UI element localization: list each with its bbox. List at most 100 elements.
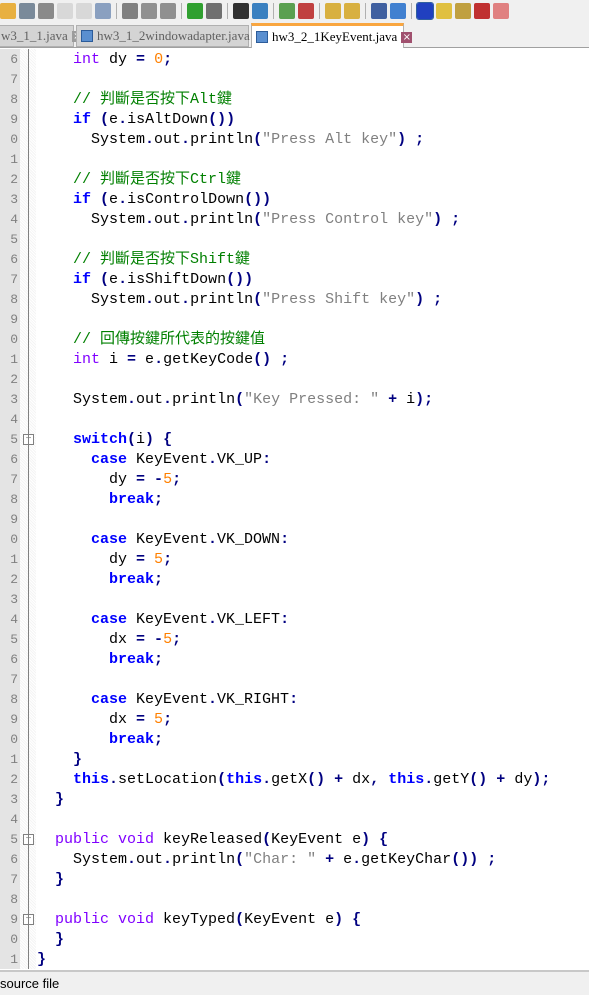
code-line: public void keyTyped(KeyEvent e) {	[55, 910, 361, 930]
line-number: 8	[10, 892, 18, 907]
code-line: dx = 5;	[109, 710, 172, 730]
save-icon[interactable]	[19, 3, 35, 19]
line-number: 1	[10, 752, 18, 767]
code-token-id: getY	[433, 771, 470, 788]
code-token-id: out	[136, 391, 164, 408]
code-editor[interactable]: int dy = 0;// 判斷是否按下Alt鍵 if (e.isAltDown(…	[36, 49, 589, 969]
copy-icon[interactable]	[141, 3, 157, 19]
line-number: 9	[10, 112, 18, 127]
code-token-num: 5	[154, 551, 164, 568]
line-number: 4	[10, 812, 18, 827]
code-line: dx = -5;	[109, 630, 181, 650]
close-tab-icon[interactable]: ×	[401, 31, 413, 43]
code-line: System.out.println("Char: " + e.getKeyCh…	[73, 850, 496, 870]
line-number: 2	[10, 572, 18, 587]
sync-horizontal-icon[interactable]	[344, 3, 360, 19]
function-list-icon[interactable]	[474, 3, 490, 19]
tab-hw3-2-1keyevent[interactable]: hw3_2_1KeyEvent.java ×	[251, 23, 413, 48]
line-number: 9	[10, 312, 18, 327]
sync-vertical-icon[interactable]	[325, 3, 341, 19]
find-icon[interactable]	[233, 3, 249, 19]
code-token-op: (	[235, 851, 245, 868]
paste-icon[interactable]	[160, 3, 176, 19]
undo-icon[interactable]	[187, 3, 203, 19]
toolbar-separator	[116, 3, 117, 19]
code-token-op: .	[163, 851, 173, 868]
code-token-kw: void	[118, 831, 155, 848]
zoom-out-icon[interactable]	[298, 3, 314, 19]
fold-margin[interactable]: −−−	[20, 49, 36, 969]
replace-icon[interactable]	[252, 3, 268, 19]
line-number: 5	[10, 432, 18, 447]
highlight-icon[interactable]	[436, 3, 452, 19]
code-token-op: (	[253, 211, 263, 228]
code-token-op: ()	[469, 771, 488, 788]
code-token-id	[145, 631, 154, 648]
code-token-id: System	[91, 211, 146, 228]
code-token-op: =	[136, 51, 146, 68]
code-token-op: )	[397, 131, 407, 148]
status-bar: source file	[0, 970, 589, 995]
zoom-in-icon[interactable]	[279, 3, 295, 19]
code-token-id	[316, 851, 325, 868]
code-line: break;	[109, 730, 163, 750]
code-token-op: .	[145, 131, 155, 148]
code-token-op: +	[334, 771, 344, 788]
code-line: // 判斷是否按下Ctrl鍵	[73, 170, 241, 190]
close-icon[interactable]	[57, 3, 73, 19]
cut-icon[interactable]	[122, 3, 138, 19]
code-token-op: .	[145, 211, 155, 228]
open-icon[interactable]	[0, 3, 16, 19]
save-all-icon[interactable]	[38, 3, 54, 19]
code-token-op: )	[334, 911, 344, 928]
folder-icon[interactable]	[493, 3, 509, 19]
code-token-op: .	[208, 451, 218, 468]
code-token-op: )	[145, 431, 155, 448]
code-line: int i = e.getKeyCode() ;	[73, 350, 289, 370]
code-token-op: )	[415, 291, 425, 308]
code-line: }	[55, 930, 64, 950]
code-token-id: e	[109, 111, 119, 128]
code-token-id	[145, 551, 154, 568]
code-line: System.out.println("Key Pressed: " + i);	[73, 390, 433, 410]
code-token-id	[406, 131, 415, 148]
map-icon[interactable]	[455, 3, 471, 19]
tab-label: hw3_2_1KeyEvent.java	[272, 29, 398, 44]
code-token-op: .	[118, 111, 128, 128]
close-all-icon[interactable]	[76, 3, 92, 19]
code-token-id: i	[136, 431, 146, 448]
code-line: case KeyEvent.VK_UP:	[91, 450, 271, 470]
code-token-kb: case	[91, 691, 128, 708]
line-number: 8	[10, 492, 18, 507]
code-line: case KeyEvent.VK_RIGHT:	[91, 690, 298, 710]
tab-hw3-1-2windowadapter[interactable]: hw3_1_2windowadapter.java×	[76, 25, 265, 47]
code-token-kb: break	[109, 491, 155, 508]
code-token-id	[379, 771, 388, 788]
code-line: case KeyEvent.VK_LEFT:	[91, 610, 289, 630]
code-line: }	[55, 790, 64, 810]
tab-w3-1-1[interactable]: w3_1_1.java×	[0, 25, 83, 47]
saved-file-icon	[256, 31, 268, 43]
code-token-kb: if	[73, 111, 92, 128]
code-token-op: ())	[208, 111, 236, 128]
print-icon[interactable]	[95, 3, 111, 19]
code-token-op: .	[127, 391, 137, 408]
line-number: 4	[10, 612, 18, 627]
redo-icon[interactable]	[206, 3, 222, 19]
indent-guide-icon[interactable]	[416, 2, 434, 20]
word-wrap-icon[interactable]	[371, 3, 387, 19]
line-number: 3	[10, 592, 18, 607]
code-token-id: dy	[109, 471, 137, 488]
code-token-op: ;	[172, 631, 182, 648]
show-all-chars-icon[interactable]	[390, 3, 406, 19]
line-number: 2	[10, 172, 18, 187]
code-token-id: dx	[109, 711, 137, 728]
code-token-kw: void	[118, 911, 155, 928]
code-token-id: dx	[343, 771, 371, 788]
line-number: 8	[10, 92, 18, 107]
code-token-op: :	[280, 531, 290, 548]
code-token-op: ;	[451, 211, 461, 228]
code-token-op: .	[127, 851, 137, 868]
code-token-kw: int	[73, 351, 101, 368]
code-token-kb: break	[109, 651, 155, 668]
